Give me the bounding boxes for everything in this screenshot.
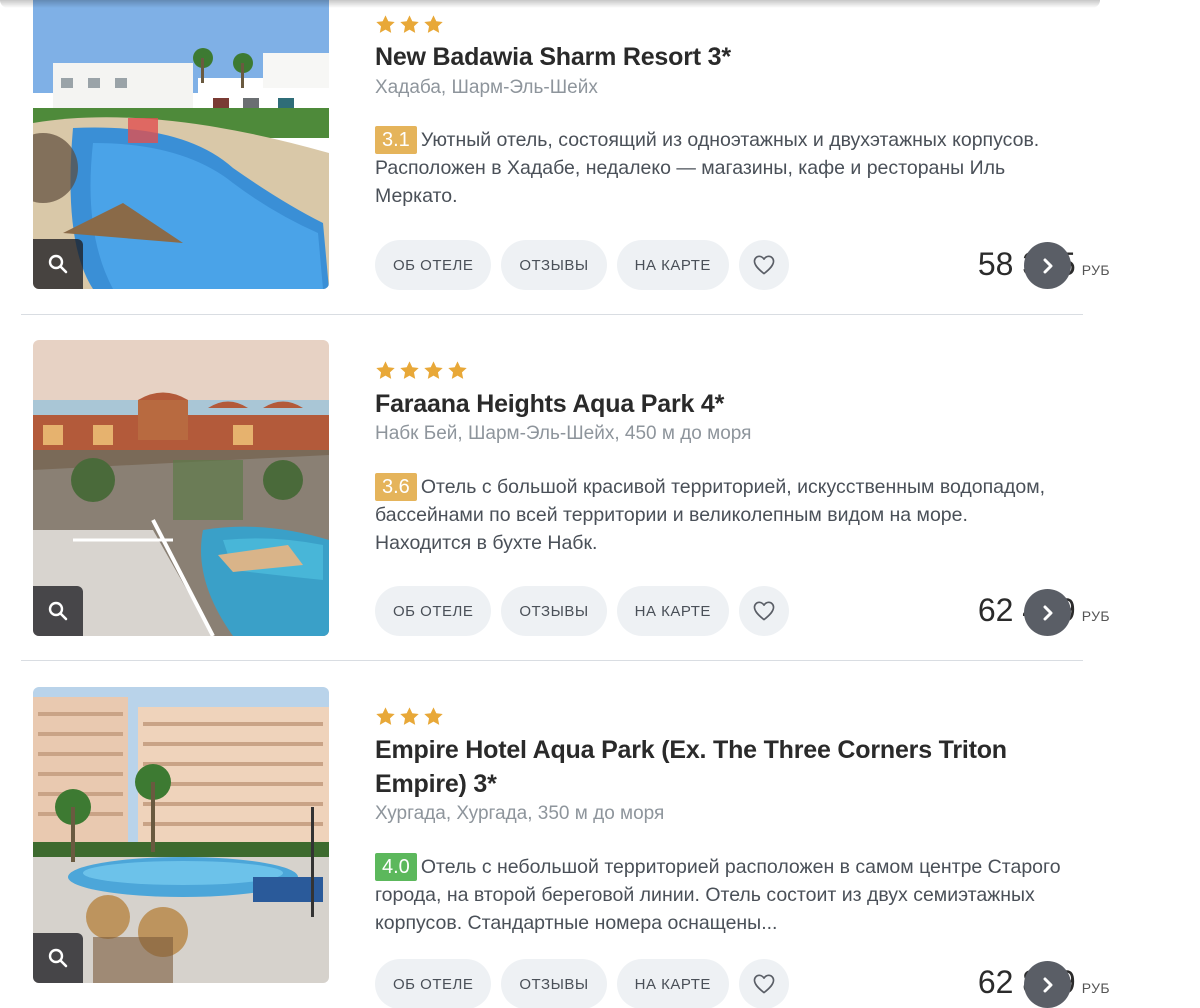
divider [21,660,1083,661]
search-icon [48,948,68,968]
divider [21,314,1083,315]
hotel-name[interactable]: New Badawia Sharm Resort 3* [375,40,1055,74]
hotel-actions: ОБ ОТЕЛЕ ОТЗЫВЫ НА КАРТЕ [375,586,789,636]
star-icon [376,15,395,33]
heart-icon [753,974,775,994]
on-map-button[interactable]: НА КАРТЕ [616,240,729,290]
price-currency: РУБ [1081,608,1110,624]
star-icon [400,707,419,725]
chevron-right-icon [1043,605,1052,620]
rating-badge: 3.1 [375,126,417,154]
hotel-description: 3.6 Отель с большой красивой территорией,… [375,473,1065,557]
chevron-right-icon [1043,258,1052,273]
heart-icon [753,255,775,275]
search-icon [48,254,68,274]
about-hotel-button[interactable]: ОБ ОТЕЛЕ [375,959,492,1008]
zoom-button[interactable] [33,586,83,636]
header-shadow [0,0,1100,8]
star-icon [448,361,467,379]
favorite-button[interactable] [738,240,789,290]
star-icon [400,361,419,379]
zoom-button[interactable] [33,239,83,289]
star-icon [424,15,443,33]
hotel-actions: ОБ ОТЕЛЕ ОТЗЫВЫ НА КАРТЕ [375,240,789,290]
hotel-description: 3.1 Уютный отель, состоящий из одноэтажны… [375,126,1065,210]
hotel-location: Хадаба, Шарм-Эль-Шейх [375,77,598,98]
hotel-description: 4.0 Отель с небольшой территорией располо… [375,853,1065,937]
star-rating [375,14,444,35]
on-map-button[interactable]: НА КАРТЕ [616,959,729,1008]
zoom-button[interactable] [33,933,83,983]
hotel-name[interactable]: Faraana Heights Aqua Park 4* [375,387,1055,421]
chevron-right-icon [1043,977,1052,992]
hotel-location: Хургада, Хургада, 350 м до моря [375,803,665,824]
about-hotel-button[interactable]: ОБ ОТЕЛЕ [375,586,492,636]
price-currency: РУБ [1081,262,1110,278]
heart-icon [753,601,775,621]
open-hotel-button[interactable] [1024,242,1071,289]
hotel-location: Набк Бей, Шарм-Эль-Шейх, 450 м до моря [375,423,752,444]
star-icon [424,707,443,725]
about-hotel-button[interactable]: ОБ ОТЕЛЕ [375,240,492,290]
hotel-photo[interactable] [33,0,329,289]
hotel-photo[interactable] [33,340,329,636]
open-hotel-button[interactable] [1024,589,1071,636]
description-text: Отель с большой красивой территорией, ис… [375,476,1046,554]
favorite-button[interactable] [738,959,789,1008]
star-icon [400,15,419,33]
rating-badge: 3.6 [375,473,417,501]
description-text: Уютный отель, состоящий из одноэтажных и… [375,129,1040,207]
description-text: Отель с небольшой территорией расположен… [375,856,1061,934]
hotel-name[interactable]: Empire Hotel Aqua Park (Ex. The Three Co… [375,733,1025,801]
reviews-button[interactable]: ОТЗЫВЫ [501,959,607,1008]
hotel-photo[interactable] [33,687,329,983]
price-currency: РУБ [1081,980,1110,996]
rating-badge: 4.0 [375,853,417,881]
search-icon [48,601,68,621]
on-map-button[interactable]: НА КАРТЕ [616,586,729,636]
star-icon [424,361,443,379]
star-icon [376,707,395,725]
star-rating [375,360,468,381]
hotel-actions: ОБ ОТЕЛЕ ОТЗЫВЫ НА КАРТЕ [375,959,789,1008]
star-icon [376,361,395,379]
open-hotel-button[interactable] [1024,961,1071,1008]
star-rating [375,706,444,727]
reviews-button[interactable]: ОТЗЫВЫ [501,240,607,290]
favorite-button[interactable] [738,586,789,636]
reviews-button[interactable]: ОТЗЫВЫ [501,586,607,636]
